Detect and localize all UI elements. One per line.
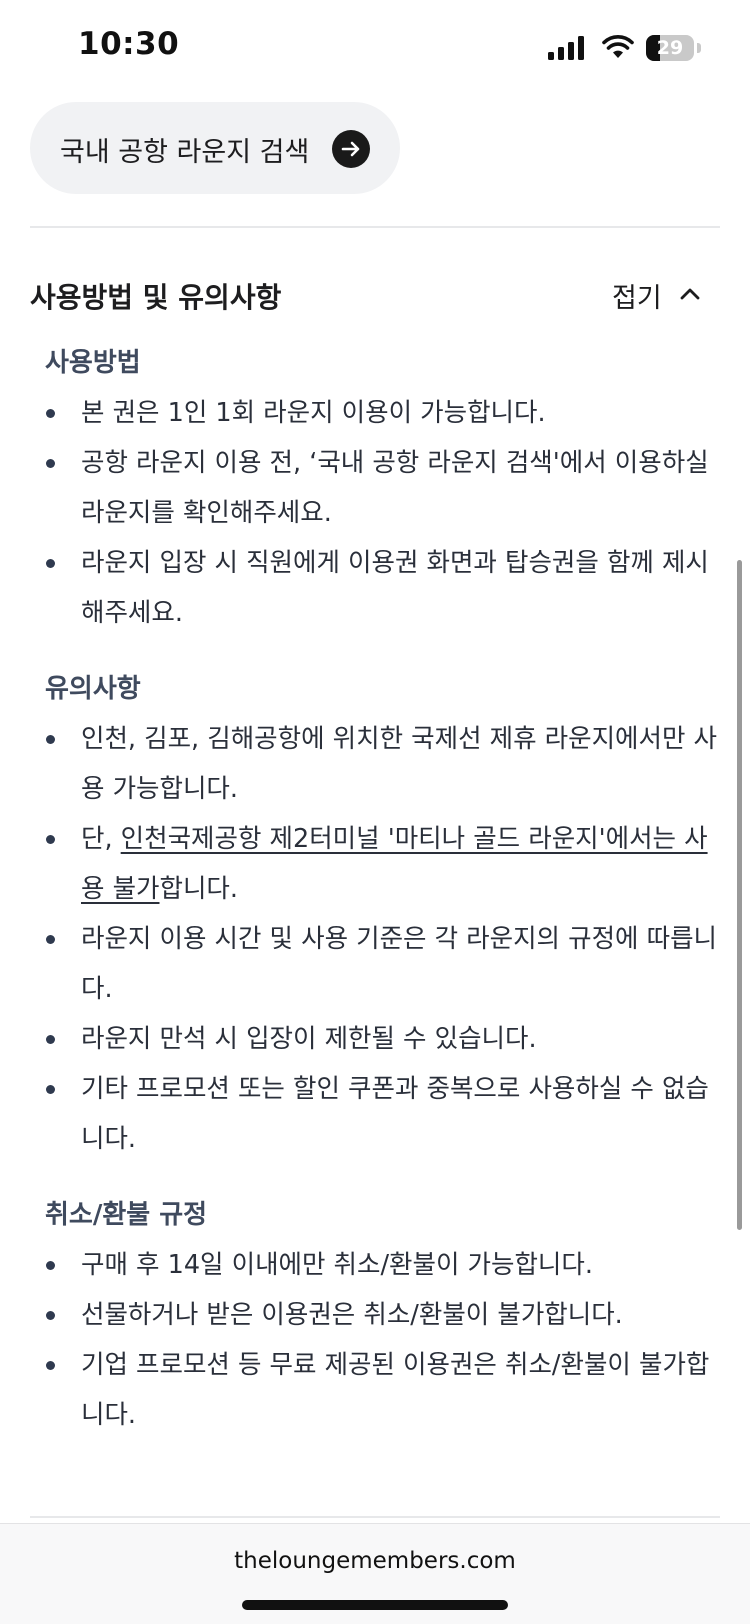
usage-list: 본 권은 1인 1회 라운지 이용이 가능합니다. 공항 라운지 이용 전, ‘… [45, 388, 717, 638]
section-title: 사용방법 및 유의사항 [30, 281, 282, 314]
divider [30, 226, 720, 228]
refund-heading: 취소/환불 규정 [45, 1200, 208, 1230]
scrollbar[interactable] [737, 560, 742, 1230]
list-item: 라운지 이용 시간 및 사용 기준은 각 라운지의 규정에 따릅니다. [45, 914, 717, 1014]
status-time: 10:30 [78, 26, 180, 62]
browser-url-bar[interactable]: theloungemembers.com [0, 1523, 750, 1624]
battery-icon: 29 [646, 35, 702, 61]
list-item: 선물하거나 받은 이용권은 취소/환불이 불가합니다. [45, 1290, 717, 1340]
collapse-label: 접기 [612, 283, 662, 314]
list-item: 기타 프로모션 또는 할인 쿠폰과 중복으로 사용하실 수 없습니다. [45, 1064, 717, 1164]
list-item: 라운지 만석 시 입장이 제한될 수 있습니다. [45, 1014, 717, 1064]
wifi-icon [602, 35, 634, 58]
domestic-lounge-search-button[interactable]: 국내 공항 라운지 검색 [30, 102, 400, 194]
arrow-right-icon [332, 130, 370, 168]
chevron-up-icon [680, 288, 700, 300]
list-item: 단, 인천국제공항 제2터미널 '마티나 골드 라운지'에서는 사용 불가합니다… [45, 814, 717, 914]
list-item: 기업 프로모션 등 무료 제공된 이용권은 취소/환불이 불가합니다. [45, 1340, 717, 1440]
home-indicator[interactable] [242, 1600, 508, 1610]
cellular-signal-icon [548, 36, 584, 60]
refund-list: 구매 후 14일 이내에만 취소/환불이 가능합니다. 선물하거나 받은 이용권… [45, 1240, 717, 1440]
collapse-button[interactable]: 접기 [612, 276, 712, 316]
list-item: 구매 후 14일 이내에만 취소/환불이 가능합니다. [45, 1240, 717, 1290]
battery-percent: 29 [656, 37, 684, 59]
usage-heading: 사용방법 [45, 348, 141, 378]
notes-list: 인천, 김포, 김해공항에 위치한 국제선 제휴 라운지에서만 사용 가능합니다… [45, 714, 717, 1164]
url-text: theloungemembers.com [234, 1548, 516, 1574]
status-bar: 10:30 29 [0, 0, 750, 100]
divider [30, 1516, 720, 1518]
search-button-label: 국내 공항 라운지 검색 [60, 137, 310, 168]
usage-notes-content: 사용방법 본 권은 1인 1회 라운지 이용이 가능합니다. 공항 라운지 이용… [45, 338, 717, 1440]
notes-heading: 유의사항 [45, 674, 141, 704]
list-item: 라운지 입장 시 직원에게 이용권 화면과 탑승권을 함께 제시해주세요. [45, 538, 717, 638]
list-item: 인천, 김포, 김해공항에 위치한 국제선 제휴 라운지에서만 사용 가능합니다… [45, 714, 717, 814]
list-item: 본 권은 1인 1회 라운지 이용이 가능합니다. [45, 388, 717, 438]
list-item: 공항 라운지 이용 전, ‘국내 공항 라운지 검색'에서 이용하실 라운지를 … [45, 438, 717, 538]
